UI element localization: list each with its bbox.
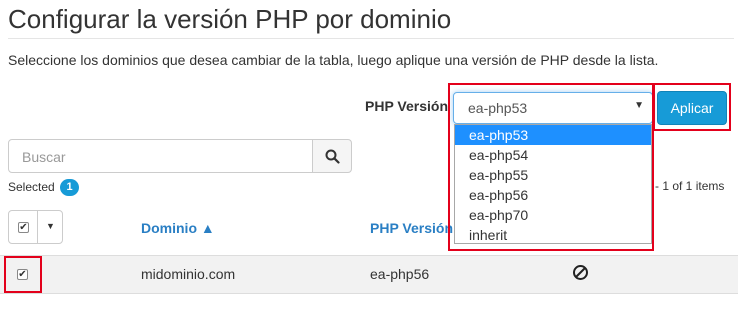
table-row-divider xyxy=(0,293,738,294)
row-domain: midominio.com xyxy=(141,266,236,282)
search-input[interactable]: Buscar xyxy=(8,139,313,173)
select-all-checkbox[interactable]: ✔ xyxy=(18,222,29,233)
pagination-info: - 1 of 1 items xyxy=(655,179,725,193)
selected-count-badge: 1 xyxy=(60,179,79,196)
page-description: Seleccione los dominios que desea cambia… xyxy=(8,52,659,68)
selected-label: Selected xyxy=(8,180,55,194)
page-title: Configurar la versión PHP por dominio xyxy=(8,4,452,34)
php-version-label: PHP Versión xyxy=(365,98,449,114)
caret-down-icon: ▼ xyxy=(46,221,55,231)
search-icon xyxy=(325,149,340,164)
column-header-domain[interactable]: Dominio ▲ xyxy=(141,220,215,236)
search-placeholder: Buscar xyxy=(22,149,66,165)
highlight-apply-button xyxy=(653,83,731,131)
column-header-php-version[interactable]: PHP Versión xyxy=(370,220,453,236)
highlight-row-checkbox xyxy=(4,256,42,293)
title-divider xyxy=(8,38,734,39)
ban-icon xyxy=(573,265,588,280)
table-row xyxy=(0,256,738,293)
search-button[interactable] xyxy=(312,139,352,173)
select-options-dropdown-button[interactable]: ▼ xyxy=(37,210,63,244)
row-php-version: ea-php56 xyxy=(370,266,430,282)
highlight-php-selector xyxy=(448,83,654,251)
select-all-checkbox-button[interactable]: ✔ xyxy=(8,210,38,244)
